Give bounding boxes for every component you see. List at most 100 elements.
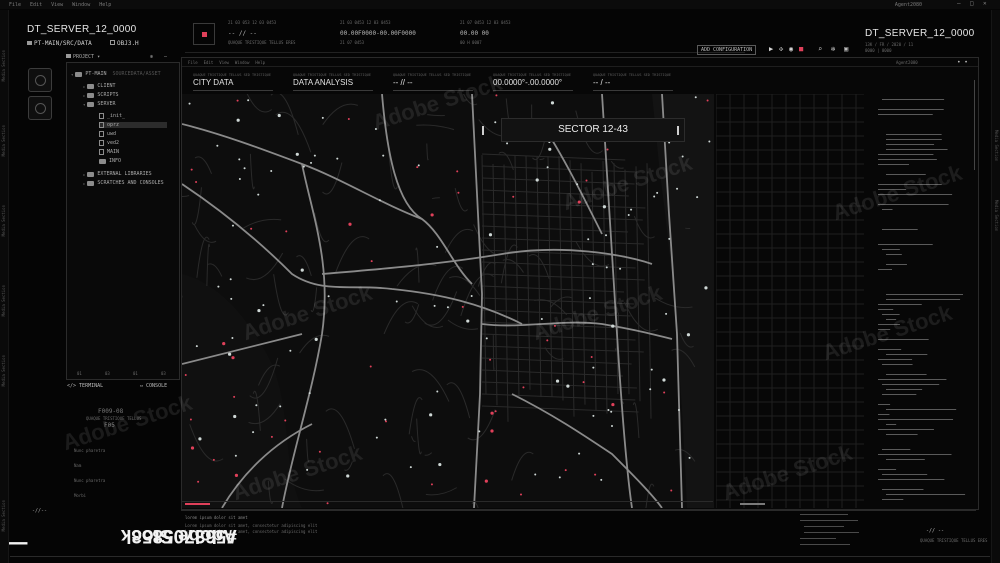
add-configuration-button[interactable]: ADD CONFIGURATION bbox=[697, 45, 757, 55]
map-marker bbox=[321, 116, 324, 119]
map-marker bbox=[438, 462, 442, 467]
code-line bbox=[800, 514, 848, 515]
gear-icon[interactable]: ✻ bbox=[831, 45, 835, 53]
stop-icon[interactable]: ■ bbox=[799, 45, 803, 53]
map-marker bbox=[231, 224, 234, 227]
map-marker bbox=[230, 297, 233, 300]
debug-icon[interactable]: ✣ bbox=[779, 45, 783, 53]
maximize-icon[interactable]: □ bbox=[970, 1, 976, 7]
tree-item[interactable]: ▾ SERVER bbox=[83, 101, 115, 107]
tree-item[interactable]: _init_ bbox=[99, 113, 125, 119]
run-coverage-icon[interactable]: ◉ bbox=[789, 45, 793, 53]
right-tab[interactable]: Media Section bbox=[992, 130, 999, 161]
map-marker bbox=[649, 388, 652, 391]
p4-codes: 21 07 0453 12 03 0453 bbox=[460, 20, 511, 25]
main-menu-help[interactable]: Help bbox=[255, 60, 265, 65]
map-marker bbox=[602, 205, 607, 209]
map-marker bbox=[395, 300, 398, 303]
main-menu-file[interactable]: File bbox=[188, 60, 198, 65]
tree-root[interactable]: ▾ PT-MAIN SOURCEDATA/ASSET bbox=[71, 71, 161, 77]
code-line bbox=[804, 532, 859, 533]
main-menu-window[interactable]: Window bbox=[235, 60, 249, 65]
left-tab[interactable]: Media Section bbox=[1, 205, 8, 236]
play-icon[interactable]: ▶ bbox=[769, 45, 773, 53]
menu-file[interactable]: File bbox=[9, 2, 21, 8]
map-marker bbox=[436, 245, 439, 248]
map-marker bbox=[490, 429, 494, 433]
tree-item-selected[interactable]: oprz bbox=[99, 122, 167, 128]
tree-item-label: CLIENT bbox=[97, 83, 116, 89]
minimize-icon[interactable]: – bbox=[957, 1, 963, 7]
map-marker bbox=[686, 333, 691, 337]
left-tab[interactable]: Media Section bbox=[1, 125, 8, 156]
tree-item[interactable]: ▸ SCRIPTS bbox=[83, 92, 119, 98]
map-marker bbox=[490, 411, 494, 415]
main-menu-edit[interactable]: Edit bbox=[204, 60, 214, 65]
map-marker bbox=[600, 478, 603, 481]
timeline-marker bbox=[740, 503, 765, 505]
settings-icon[interactable]: ✻ bbox=[150, 54, 153, 60]
search-icon[interactable]: ⌕ bbox=[818, 45, 822, 53]
scroll-track[interactable] bbox=[974, 80, 975, 170]
map-marker bbox=[270, 435, 273, 438]
project-dropdown[interactable]: PROJECT ▾ bbox=[66, 54, 100, 60]
left-tab[interactable]: Media Section bbox=[1, 285, 8, 316]
p1-codes: 21 03 053 12 03 0453 bbox=[228, 20, 277, 25]
tree-item-label: SERVER bbox=[97, 101, 116, 107]
tree-item[interactable]: ▸ EXTERNAL LIBRARIES bbox=[83, 171, 152, 177]
map-marker bbox=[197, 480, 200, 483]
p4-value: 00.00 00 bbox=[460, 30, 489, 37]
tree-item[interactable]: ▸ SCRATCHES AND CONSOLES bbox=[83, 180, 164, 186]
avatar[interactable] bbox=[28, 96, 52, 120]
header-rule bbox=[193, 90, 273, 91]
more-icon[interactable]: • • bbox=[957, 59, 968, 66]
map-marker bbox=[665, 312, 668, 315]
menu-view[interactable]: View bbox=[51, 2, 63, 8]
code-line bbox=[800, 520, 858, 521]
map-marker bbox=[708, 140, 711, 143]
code-canvas bbox=[878, 99, 966, 500]
tree-item[interactable]: uwd bbox=[99, 131, 116, 137]
tree-item[interactable]: INFO bbox=[99, 158, 121, 164]
layout-icon[interactable]: ▣ bbox=[844, 45, 848, 53]
tree-item[interactable]: MAIN bbox=[99, 149, 119, 155]
map-marker bbox=[461, 305, 464, 308]
map-marker bbox=[409, 466, 412, 469]
map-marker bbox=[558, 476, 561, 479]
map-marker bbox=[694, 96, 697, 99]
map-marker bbox=[566, 384, 570, 388]
map-marker bbox=[696, 196, 699, 199]
map-marker bbox=[494, 121, 497, 124]
map-marker bbox=[252, 431, 255, 434]
lower-row: Nunc pharetra bbox=[74, 478, 106, 483]
top-divider bbox=[185, 52, 745, 53]
server-title: DT_SERVER_12_0000 bbox=[27, 24, 137, 35]
map-marker bbox=[456, 170, 459, 173]
map-marker bbox=[582, 381, 585, 384]
obj-label: OBJ3.H bbox=[110, 40, 139, 47]
map-marker bbox=[310, 161, 313, 164]
map-marker bbox=[446, 306, 449, 309]
server-path: PT-MAIN/SRC/DATA bbox=[27, 40, 92, 47]
close-icon[interactable]: ✕ bbox=[983, 1, 989, 7]
menu-window[interactable]: Window bbox=[72, 2, 90, 8]
right-tab[interactable]: Media Section bbox=[992, 200, 999, 231]
tree-item[interactable]: ▸ CLIENT bbox=[83, 83, 115, 89]
watermark-id-text: Adobe Stock | #563705853 bbox=[7, 525, 237, 546]
left-tab[interactable]: Media Section bbox=[1, 50, 8, 81]
code-line bbox=[804, 526, 844, 527]
code-line bbox=[800, 538, 836, 539]
console-tab[interactable]: ▭ CONSOLE bbox=[140, 383, 167, 389]
record-indicator[interactable] bbox=[193, 23, 215, 45]
menu-help[interactable]: Help bbox=[99, 2, 111, 8]
map-marker bbox=[489, 358, 492, 361]
terminal-tab[interactable]: </> TERMINAL bbox=[67, 383, 103, 389]
right-tab-strip: Media Section Media Section bbox=[991, 10, 1000, 563]
minus-icon[interactable]: – bbox=[164, 54, 167, 60]
map-marker bbox=[195, 181, 198, 184]
main-menu-view[interactable]: View bbox=[219, 60, 229, 65]
menu-edit[interactable]: Edit bbox=[30, 2, 42, 8]
tree-item[interactable]: ved2 bbox=[99, 140, 119, 146]
avatar[interactable] bbox=[28, 68, 52, 92]
map-marker bbox=[234, 454, 237, 457]
